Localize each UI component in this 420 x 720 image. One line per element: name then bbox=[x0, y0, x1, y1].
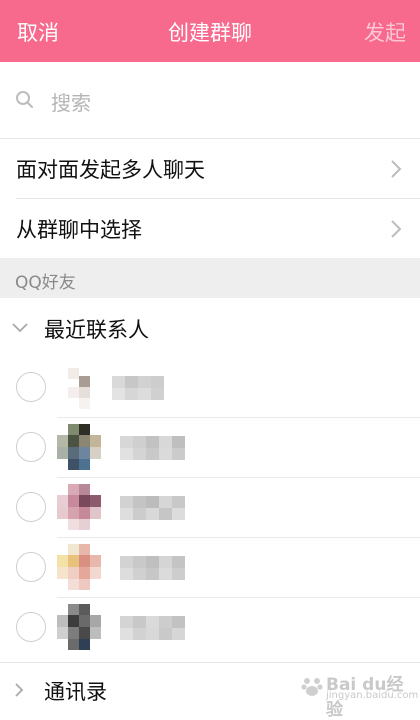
avatar bbox=[57, 364, 101, 410]
option-select-from-groups[interactable]: 从群聊中选择 bbox=[0, 199, 420, 258]
group-label: 通讯录 bbox=[44, 680, 107, 704]
contact-name-blurred bbox=[120, 496, 185, 520]
avatar bbox=[57, 544, 101, 590]
contact-row[interactable] bbox=[0, 538, 420, 598]
avatar bbox=[57, 424, 101, 470]
chevron-right-icon bbox=[391, 160, 402, 178]
contact-name-blurred bbox=[112, 376, 164, 400]
baidu-jingyan-watermark: Bai du经验 jingyan.baidu.com bbox=[300, 668, 418, 720]
option-face-to-face[interactable]: 面对面发起多人聊天 bbox=[0, 139, 420, 198]
watermark-url: jingyan.baidu.com bbox=[326, 690, 419, 701]
avatar bbox=[57, 484, 101, 530]
contact-name-blurred bbox=[120, 436, 185, 460]
search-icon bbox=[16, 91, 33, 108]
option-label: 从群聊中选择 bbox=[16, 218, 142, 242]
contact-row[interactable] bbox=[0, 598, 420, 658]
chevron-right-icon bbox=[391, 220, 402, 238]
avatar bbox=[57, 604, 101, 650]
contact-row[interactable] bbox=[0, 358, 420, 418]
select-radio[interactable] bbox=[16, 552, 46, 582]
contact-name-blurred bbox=[120, 556, 185, 580]
section-header-qq-friends: QQ好友 bbox=[0, 258, 420, 298]
option-label: 面对面发起多人聊天 bbox=[16, 158, 205, 182]
select-radio[interactable] bbox=[16, 612, 46, 642]
search-input[interactable]: 搜索 bbox=[51, 87, 91, 116]
page-title: 创建群聊 bbox=[168, 21, 252, 45]
group-recent-contacts[interactable]: 最近联系人 bbox=[0, 298, 420, 358]
select-radio[interactable] bbox=[16, 372, 46, 402]
contact-row[interactable] bbox=[0, 418, 420, 478]
section-label: QQ好友 bbox=[15, 273, 76, 293]
search-bar[interactable]: 搜索 bbox=[0, 62, 420, 139]
chevron-right-icon bbox=[15, 683, 24, 697]
contact-row[interactable] bbox=[0, 478, 420, 538]
header-bar: 取消 创建群聊 发起 bbox=[0, 0, 420, 62]
group-label: 最近联系人 bbox=[44, 318, 149, 342]
paw-logo-icon bbox=[301, 678, 323, 696]
contact-name-blurred bbox=[120, 616, 185, 640]
select-radio[interactable] bbox=[16, 492, 46, 522]
send-button[interactable]: 发起 bbox=[364, 17, 406, 47]
chevron-down-icon bbox=[12, 323, 28, 333]
select-radio[interactable] bbox=[16, 432, 46, 462]
